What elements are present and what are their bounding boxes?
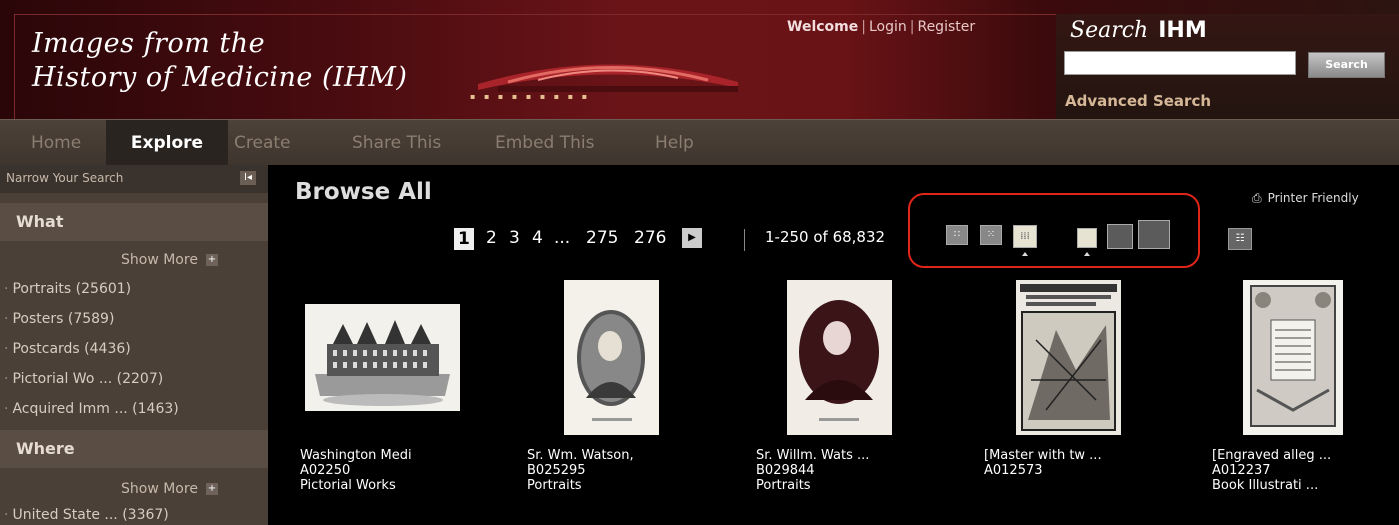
page-ellipsis: ... [554,228,571,248]
site-title-line2[interactable]: History of Medicine (IHM) [32,62,407,93]
page-link[interactable]: 3 [509,228,520,248]
thumbnail-building[interactable] [305,304,460,411]
page-link[interactable]: 2 [486,228,497,248]
result-title: [Master with tw ... [984,448,1102,463]
nav-help[interactable]: Help [655,120,694,166]
thumbnail-portrait[interactable] [787,280,892,435]
page-title: Browse All [295,179,432,205]
result-type: Portraits [527,478,582,493]
collapse-sidebar-icon[interactable]: I◂ [240,171,256,185]
result-caption[interactable]: [Engraved alleg ... A012237 Book Illustr… [1212,448,1331,493]
nav-embed-this[interactable]: Embed This [495,120,595,166]
next-page-icon[interactable]: ▶ [682,228,702,248]
login-link[interactable]: Login [869,19,907,35]
search-panel: Search IHM Search Advanced Search [1056,14,1399,119]
banner-lights: ▪ ▪ ▪ ▪ ▪ ▪ ▪ ▪ ▪ [470,92,591,101]
portrait-sepia-image [787,280,892,435]
search-label-ihm: IHM [1158,18,1207,43]
sidebar-header-label: Narrow Your Search [6,171,124,185]
engraving-image [1243,280,1343,435]
result-id: A012237 [1212,463,1271,478]
page-current[interactable]: 1 [454,228,474,250]
woodcut-image [1016,280,1121,435]
printer-icon: ⎙ [1252,191,1262,205]
narrow-search-sidebar: Narrow Your Search I◂ What Show More + · P… [0,165,268,525]
facet-what-title[interactable]: What [0,203,268,241]
result-range: 1-250 of 68,832 [765,228,886,246]
facet-item[interactable]: · Portraits (25601) [4,281,131,297]
thumbnail-engraving[interactable] [1243,280,1343,435]
result-title: Sr. Wm. Watson, [527,448,634,463]
nav-share-this[interactable]: Share This [352,120,441,166]
facet-where-title[interactable]: Where [0,430,268,468]
nav-explore[interactable]: Explore [106,120,228,166]
facet-item[interactable]: · United State ... (3367) [4,507,169,523]
thumbnail-woodcut[interactable] [1016,280,1121,435]
result-title: Sr. Willm. Wats ... [756,448,870,463]
facet-item[interactable]: · Postcards (4436) [4,341,131,357]
facet-item[interactable]: · Pictorial Wo ... (2207) [4,371,163,387]
building-image [305,304,460,411]
welcome-text: Welcome [787,19,859,35]
show-more-what[interactable]: Show More + [121,252,218,268]
site-title-line1[interactable]: Images from the [32,28,265,59]
search-button[interactable]: Search [1308,52,1385,78]
page-link[interactable]: 275 [586,228,618,248]
page-link[interactable]: 4 [532,228,543,248]
plus-icon: + [205,254,218,266]
register-link[interactable]: Register [917,19,975,35]
result-type: Book Illustrati ... [1212,478,1319,493]
show-more-where[interactable]: Show More + [121,481,218,497]
main-nav: Home Explore Create Share This Embed Thi… [0,119,1399,166]
plus-icon: + [205,483,218,495]
auth-links: Welcome | Login | Register [787,19,976,35]
nav-home[interactable]: Home [31,120,81,166]
facet-item[interactable]: · Posters (7589) [4,311,114,327]
result-caption[interactable]: [Master with tw ... A012573 [984,448,1102,478]
result-type: Pictorial Works [300,478,396,493]
search-input[interactable] [1064,51,1296,75]
result-id: B025295 [527,463,586,478]
view-options-highlight [908,193,1200,268]
thumbnail-portrait[interactable] [564,280,659,435]
site-header: Images from the History of Medicine (IHM… [0,0,1399,119]
search-label: Search [1070,18,1149,43]
search-title: Search IHM [1070,18,1207,43]
advanced-search-link[interactable]: Advanced Search [1065,92,1211,110]
sidebar-header: Narrow Your Search I◂ [0,165,268,193]
result-caption[interactable]: Washington Medi A02250 Pictorial Works [300,448,412,493]
building-roof-banner-image [478,64,738,92]
result-title: Washington Medi [300,448,412,463]
printer-friendly-link[interactable]: ⎙ Printer Friendly [1252,191,1359,206]
result-caption[interactable]: Sr. Willm. Wats ... B029844 Portraits [756,448,869,493]
result-caption[interactable]: Sr. Wm. Watson, B025295 Portraits [527,448,634,493]
portrait-image [564,280,659,435]
list-view-icon[interactable]: ☷ [1228,228,1252,250]
result-id: A012573 [984,463,1043,478]
result-id: B029844 [756,463,815,478]
pager-divider [744,229,745,251]
result-id: A02250 [300,463,351,478]
page-link[interactable]: 276 [634,228,666,248]
result-type: Portraits [756,478,811,493]
result-title: [Engraved alleg ... [1212,448,1332,463]
nav-create[interactable]: Create [234,120,291,166]
facet-item[interactable]: · Acquired Imm ... (1463) [4,401,179,417]
